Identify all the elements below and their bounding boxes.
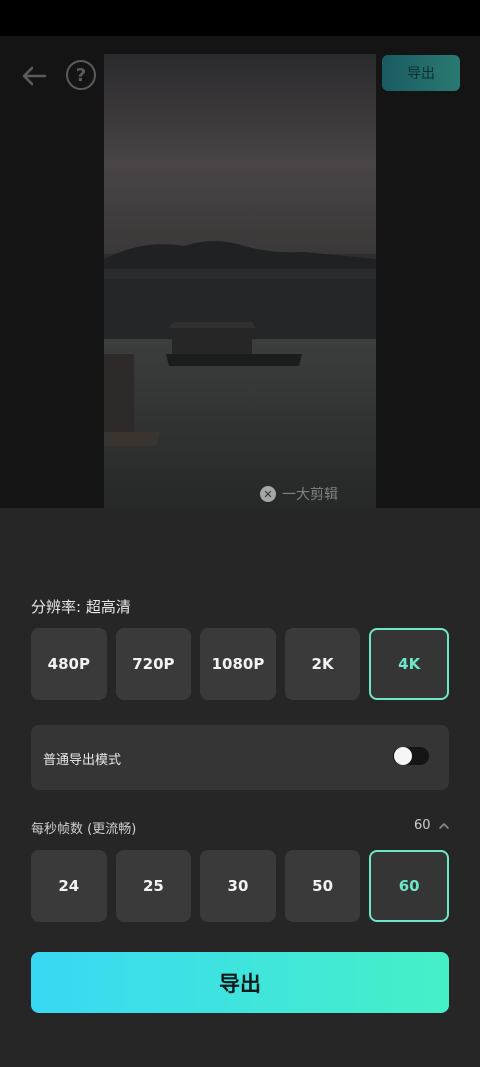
help-button[interactable]: ? bbox=[66, 60, 96, 90]
video-preview[interactable]: ✕ 一大剪辑 bbox=[104, 54, 376, 508]
export-mode-toggle[interactable] bbox=[393, 747, 429, 765]
fps-current-value[interactable]: 60 bbox=[414, 818, 431, 833]
resolution-option-2k[interactable]: 2K bbox=[284, 628, 361, 700]
close-icon[interactable]: ✕ bbox=[260, 486, 276, 502]
back-arrow-icon bbox=[22, 66, 47, 86]
resolution-option-4k[interactable]: 4K bbox=[369, 628, 449, 700]
preview-image bbox=[104, 54, 376, 508]
status-bar bbox=[0, 0, 480, 36]
watermark: ✕ 一大剪辑 bbox=[260, 484, 338, 504]
top-area: ? ✕ 一大剪辑 导出 bbox=[0, 36, 480, 508]
export-top-label: 导出 bbox=[407, 66, 435, 82]
back-button[interactable] bbox=[18, 60, 50, 92]
resolution-option-1080p[interactable]: 1080P bbox=[200, 628, 276, 700]
export-top-button[interactable]: 导出 bbox=[382, 55, 460, 91]
fps-option-30[interactable]: 30 bbox=[200, 850, 276, 922]
fps-options: 24 25 30 50 60 bbox=[31, 850, 449, 922]
fps-label: 每秒帧数 (更流畅) bbox=[31, 822, 137, 837]
fps-option-50[interactable]: 50 bbox=[284, 850, 361, 922]
export-mode-row: 普通导出模式 bbox=[31, 725, 449, 790]
help-icon: ? bbox=[75, 64, 87, 86]
export-button-label: 导出 bbox=[219, 971, 261, 996]
watermark-text: 一大剪辑 bbox=[282, 487, 338, 503]
chevron-up-icon[interactable] bbox=[438, 820, 450, 832]
fps-option-60[interactable]: 60 bbox=[369, 850, 449, 922]
export-settings-panel: 分辨率: 超高清 480P 720P 1080P 2K 4K 普通导出模式 每秒… bbox=[0, 508, 480, 1067]
export-mode-label: 普通导出模式 bbox=[43, 753, 122, 768]
resolution-label: 分辨率: 超高清 bbox=[31, 598, 131, 616]
resolution-option-720p[interactable]: 720P bbox=[115, 628, 192, 700]
export-button[interactable]: 导出 bbox=[31, 952, 449, 1013]
resolution-options: 480P 720P 1080P 2K 4K bbox=[31, 628, 449, 700]
toggle-knob bbox=[394, 747, 412, 765]
fps-option-24[interactable]: 24 bbox=[31, 850, 107, 922]
fps-option-25[interactable]: 25 bbox=[115, 850, 192, 922]
resolution-option-480p[interactable]: 480P bbox=[31, 628, 107, 700]
